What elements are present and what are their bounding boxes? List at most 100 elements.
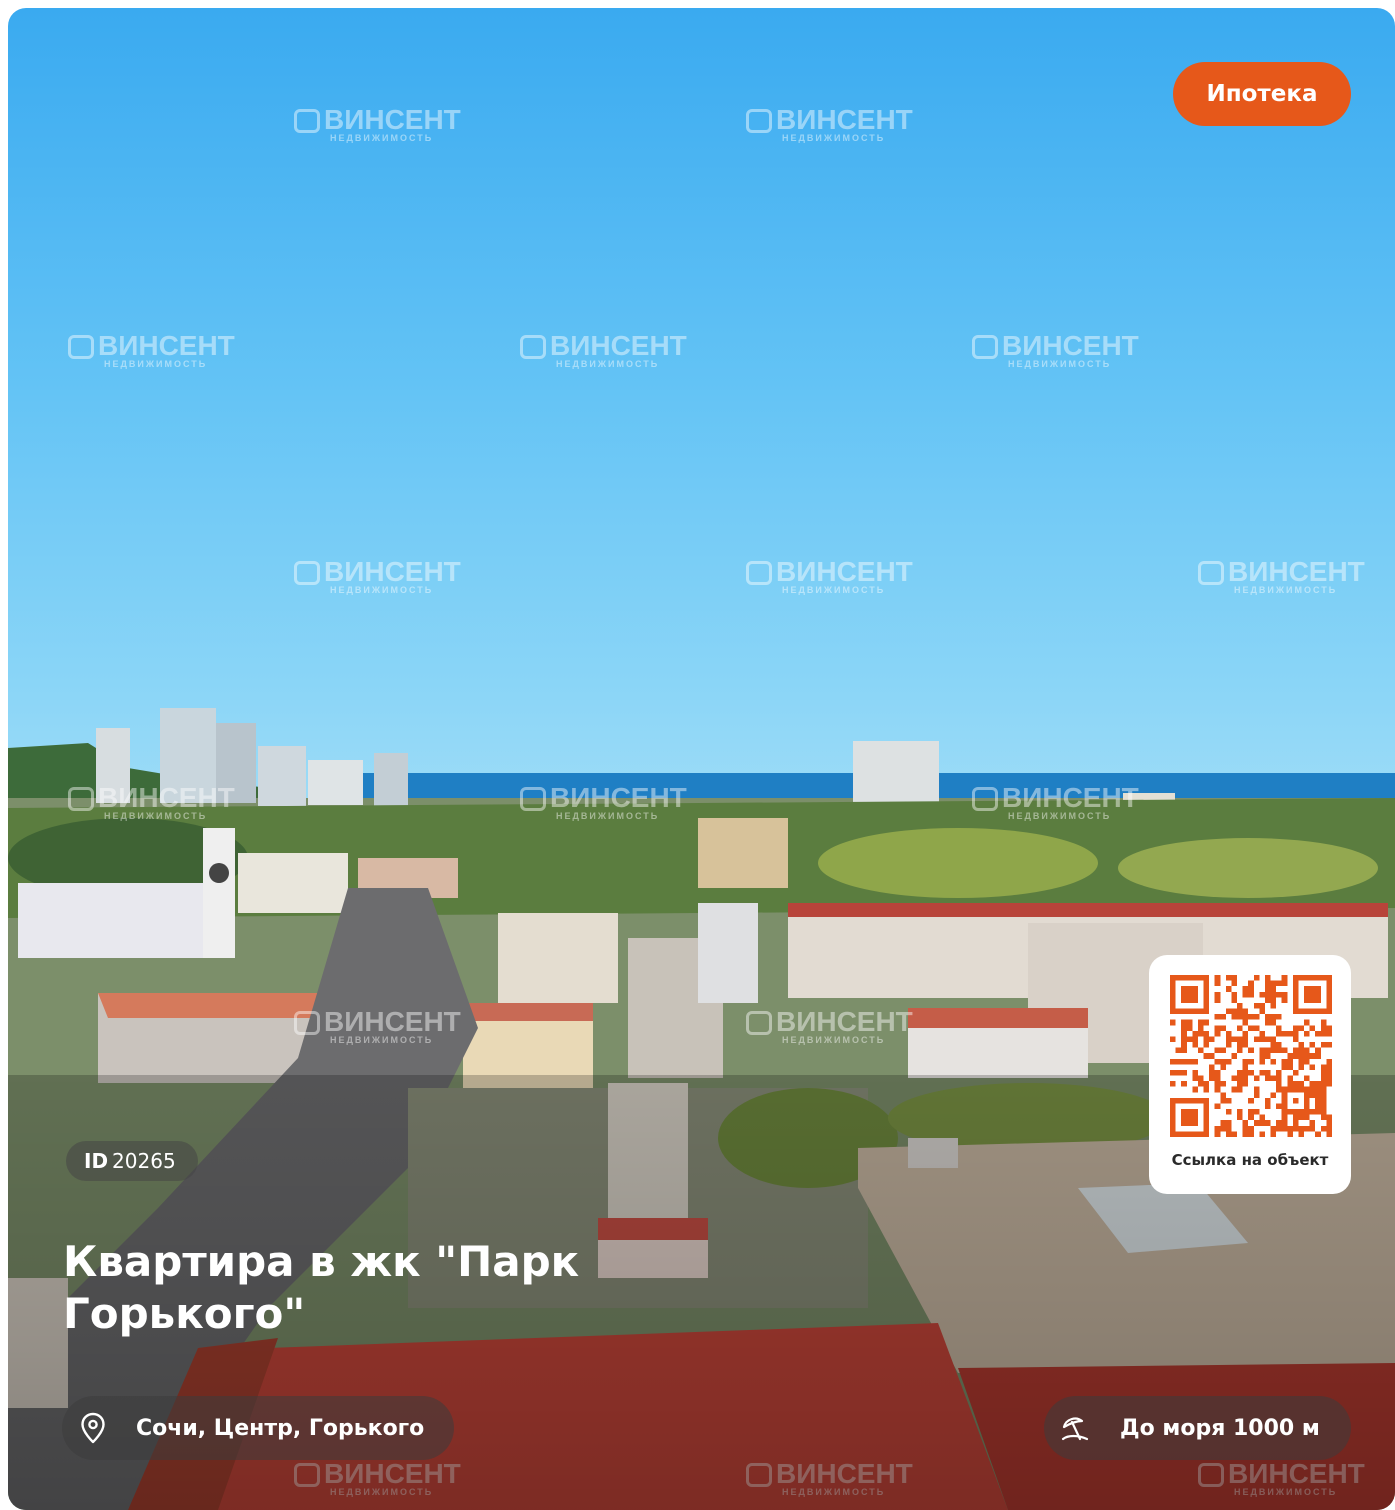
qr-module	[1186, 1058, 1193, 1065]
qr-module	[1214, 1014, 1221, 1020]
qr-module	[1203, 991, 1210, 998]
qr-module	[1264, 1014, 1271, 1020]
watermark-logo: ВИНСЕНТНЕДВИЖИМОСТЬ	[520, 784, 687, 821]
qr-module	[1192, 991, 1198, 998]
qr-module	[1248, 1109, 1254, 1115]
qr-module	[1320, 975, 1327, 981]
qr-code-icon[interactable]	[1170, 975, 1332, 1137]
qr-module	[1220, 1047, 1226, 1054]
qr-module	[1320, 1030, 1327, 1037]
qr-module	[1170, 1097, 1176, 1104]
qr-module	[1170, 1008, 1176, 1015]
qr-module	[1170, 1103, 1176, 1110]
brand-logo-icon	[294, 561, 320, 585]
qr-module	[1225, 1131, 1232, 1137]
qr-module	[1253, 975, 1260, 981]
qr-module	[1242, 1036, 1249, 1043]
mortgage-button[interactable]: Ипотека	[1173, 62, 1351, 126]
qr-module	[1225, 975, 1232, 981]
qr-module	[1220, 1014, 1226, 1020]
qr-module	[1242, 1075, 1249, 1082]
qr-card[interactable]: Ссылка на объект	[1149, 955, 1351, 1194]
watermark-logo: ВИНСЕНТНЕДВИЖИМОСТЬ	[68, 332, 235, 369]
qr-module	[1175, 1058, 1182, 1065]
qr-module	[1192, 1114, 1198, 1121]
qr-module	[1242, 1069, 1249, 1076]
qr-module	[1326, 1114, 1332, 1121]
qr-module	[1214, 1025, 1221, 1031]
qr-module	[1304, 997, 1310, 1003]
qr-module	[1309, 1053, 1316, 1059]
qr-module	[1326, 975, 1332, 981]
qr-module	[1264, 997, 1271, 1003]
qr-module	[1181, 1047, 1187, 1054]
qr-module	[1214, 1086, 1221, 1093]
qr-module	[1281, 1092, 1288, 1098]
qr-module	[1253, 1086, 1260, 1093]
qr-module	[1203, 975, 1210, 981]
qr-module	[1264, 1075, 1271, 1082]
qr-module	[1270, 1036, 1277, 1043]
qr-module	[1186, 1114, 1193, 1121]
qr-module	[1292, 991, 1299, 998]
brand-logo-icon	[68, 787, 94, 811]
qr-module	[1242, 1064, 1249, 1070]
qr-module	[1170, 1114, 1176, 1121]
qr-module	[1270, 1125, 1277, 1132]
qr-module	[1231, 1086, 1238, 1093]
qr-module	[1270, 1047, 1277, 1054]
watermark-logo: ВИНСЕНТНЕДВИЖИМОСТЬ	[294, 1008, 461, 1045]
qr-module	[1309, 1120, 1316, 1126]
watermark-logo: ВИНСЕНТНЕДВИЖИМОСТЬ	[294, 106, 461, 143]
qr-module	[1320, 1069, 1327, 1076]
qr-module	[1281, 980, 1288, 987]
qr-module	[1192, 975, 1198, 981]
qr-module	[1304, 1092, 1310, 1098]
qr-module	[1248, 1069, 1254, 1076]
qr-module	[1287, 1075, 1293, 1082]
qr-module	[1281, 1047, 1288, 1054]
qr-module	[1170, 991, 1176, 998]
qr-module	[1309, 986, 1316, 992]
listing-title: Квартира в жк "Парк Горького"	[63, 1237, 580, 1338]
qr-module	[1304, 1125, 1310, 1132]
qr-module	[1292, 1002, 1299, 1009]
qr-module	[1320, 1008, 1327, 1015]
qr-module	[1181, 1042, 1187, 1048]
qr-module	[1192, 1069, 1198, 1076]
qr-module	[1326, 997, 1332, 1003]
qr-module	[1231, 991, 1238, 998]
qr-module	[1231, 975, 1238, 981]
qr-module	[1287, 1081, 1293, 1087]
qr-module	[1186, 1097, 1193, 1104]
qr-module	[1214, 1047, 1221, 1054]
qr-module	[1326, 1064, 1332, 1070]
qr-module	[1304, 1114, 1310, 1121]
qr-module	[1276, 1103, 1282, 1110]
qr-module	[1181, 991, 1187, 998]
qr-module	[1309, 997, 1316, 1003]
listing-card[interactable]: ВИНСЕНТ НЕДВИЖИМОСТЬ ВИНСЕНТ НЕДВИЖИМОСТЬ …	[8, 8, 1395, 1510]
qr-module	[1304, 975, 1310, 981]
qr-module	[1320, 1125, 1327, 1132]
qr-module	[1292, 1008, 1299, 1015]
qr-module	[1304, 991, 1310, 998]
qr-module	[1326, 1125, 1332, 1132]
qr-module	[1276, 1075, 1282, 1082]
qr-module	[1181, 975, 1187, 981]
qr-module	[1203, 1008, 1210, 1015]
qr-module	[1192, 1058, 1198, 1065]
qr-module	[1197, 1008, 1204, 1015]
qr-module	[1264, 1036, 1271, 1043]
qr-module	[1287, 1053, 1293, 1059]
qr-module	[1242, 1042, 1249, 1048]
qr-module	[1203, 1103, 1210, 1110]
qr-module	[1242, 991, 1249, 998]
qr-module	[1170, 986, 1176, 992]
qr-module	[1320, 1086, 1327, 1093]
watermark-logo: ВИНСЕНТНЕДВИЖИМОСТЬ	[972, 332, 1139, 369]
qr-module	[1270, 1131, 1277, 1137]
qr-module	[1197, 1081, 1204, 1087]
qr-module	[1220, 1120, 1226, 1126]
qr-module	[1315, 1103, 1321, 1110]
